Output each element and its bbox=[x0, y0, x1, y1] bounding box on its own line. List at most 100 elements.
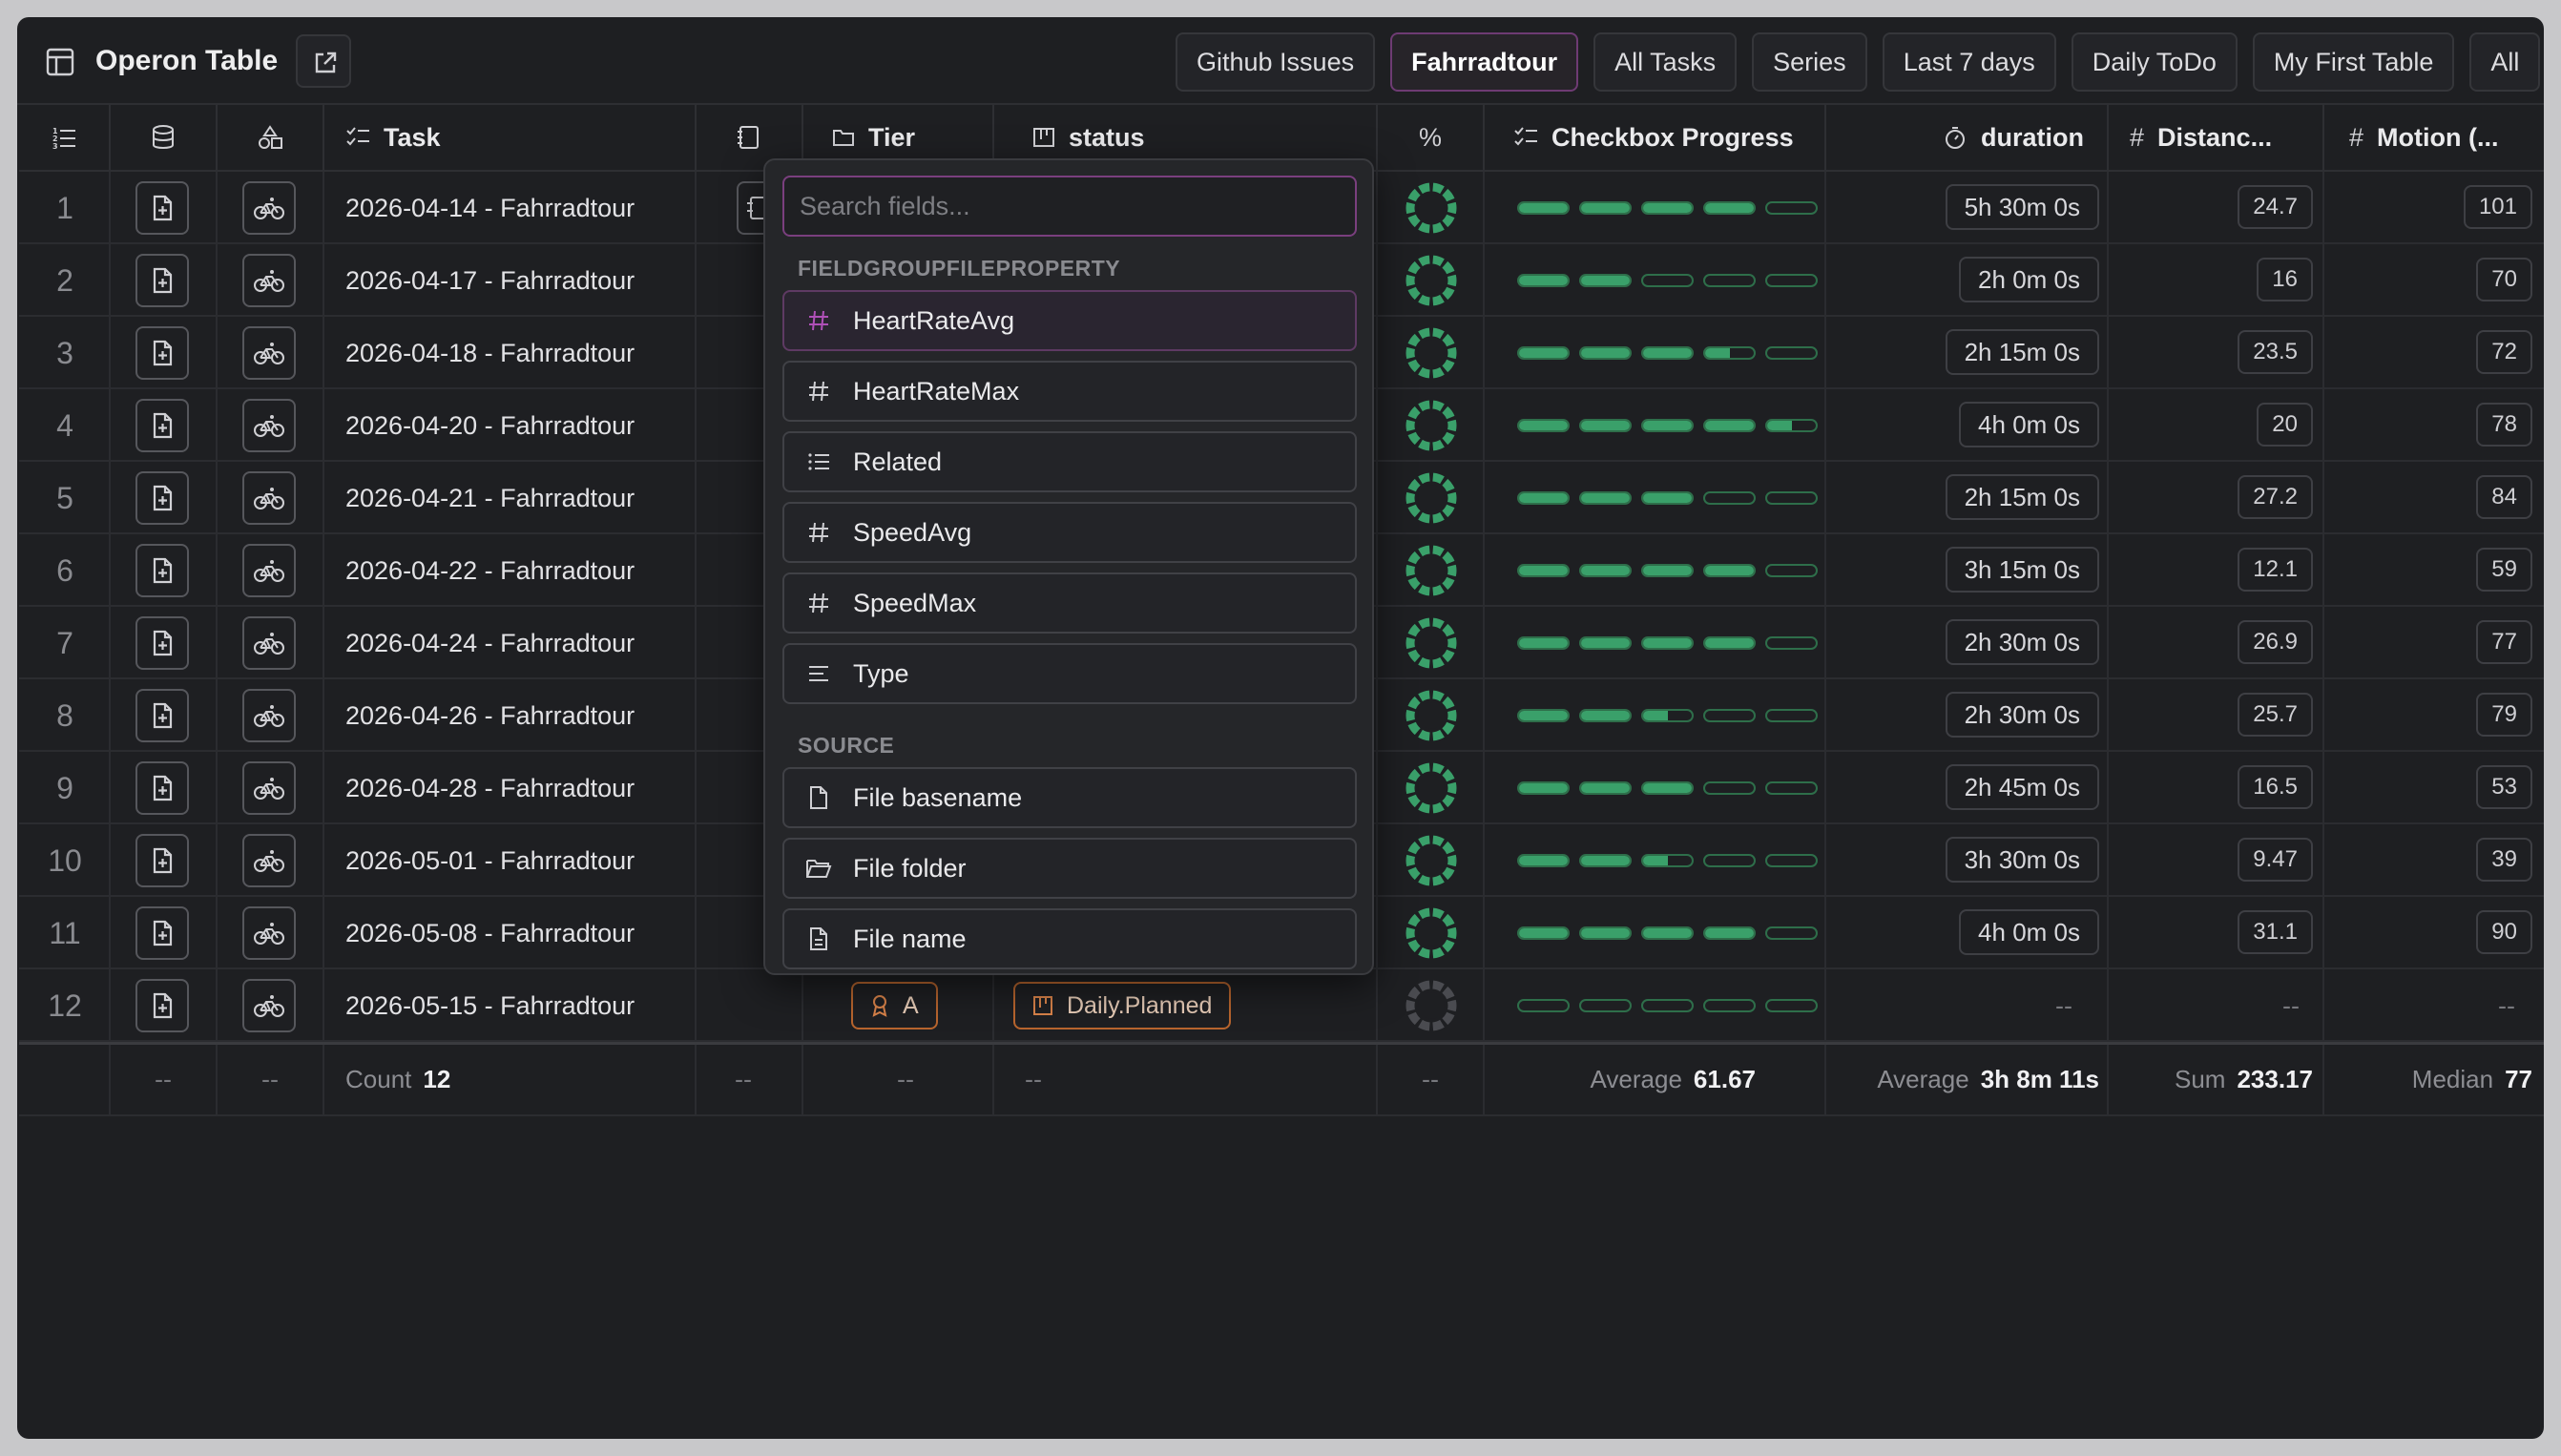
header-checkbox-progress[interactable]: Checkbox Progress bbox=[1485, 105, 1826, 172]
field-option-heartrateavg[interactable]: HeartRateAvg bbox=[782, 290, 1357, 351]
field-option-speedavg[interactable]: SpeedAvg bbox=[782, 502, 1357, 563]
distance-cell[interactable]: 16.5 bbox=[2238, 765, 2313, 809]
motion-cell[interactable]: 53 bbox=[2476, 765, 2532, 809]
footer-db[interactable]: -- bbox=[155, 1044, 172, 1114]
duration-cell[interactable]: 5h 30m 0s bbox=[1945, 184, 2099, 230]
tab-my-first-table[interactable]: My First Table bbox=[2252, 32, 2455, 92]
bike-type-button[interactable] bbox=[242, 471, 296, 525]
task-cell[interactable]: 2026-04-20 - Fahrradtour bbox=[345, 389, 635, 462]
task-cell[interactable]: 2026-04-28 - Fahrradtour bbox=[345, 752, 635, 824]
duration-cell[interactable]: 3h 30m 0s bbox=[1945, 837, 2099, 883]
bike-type-button[interactable] bbox=[242, 326, 296, 380]
open-file-button[interactable] bbox=[135, 326, 189, 380]
distance-cell[interactable]: 20 bbox=[2257, 403, 2313, 447]
tab-all[interactable]: All bbox=[2469, 32, 2541, 92]
motion-cell[interactable]: 59 bbox=[2476, 548, 2532, 592]
footer-percent[interactable]: -- bbox=[1422, 1044, 1439, 1114]
open-file-button[interactable] bbox=[135, 761, 189, 815]
field-option-speedmax[interactable]: SpeedMax bbox=[782, 572, 1357, 634]
tab-daily-todo[interactable]: Daily ToDo bbox=[2071, 32, 2238, 92]
footer-motion[interactable]: Median 77 bbox=[2412, 1044, 2532, 1114]
open-file-button[interactable] bbox=[135, 616, 189, 670]
open-file-button[interactable] bbox=[135, 471, 189, 525]
duration-cell[interactable]: 2h 15m 0s bbox=[1945, 474, 2099, 520]
open-external-button[interactable] bbox=[296, 34, 351, 88]
field-option-related[interactable]: Related bbox=[782, 431, 1357, 492]
field-option-type[interactable]: Type bbox=[782, 643, 1357, 704]
duration-cell[interactable]: 2h 30m 0s bbox=[1945, 692, 2099, 738]
open-file-button[interactable] bbox=[135, 689, 189, 742]
field-option-file-name[interactable]: File name bbox=[782, 908, 1357, 969]
field-option-heartratemax[interactable]: HeartRateMax bbox=[782, 361, 1357, 422]
header-duration[interactable]: duration bbox=[1826, 105, 2109, 172]
footer-task[interactable]: Count 12 bbox=[345, 1044, 450, 1114]
field-option-file-folder[interactable]: File folder bbox=[782, 838, 1357, 899]
duration-cell[interactable]: 2h 45m 0s bbox=[1945, 764, 2099, 810]
task-cell[interactable]: 2026-04-22 - Fahrradtour bbox=[345, 534, 635, 607]
tier-cell[interactable]: A bbox=[851, 982, 938, 1030]
header-database[interactable] bbox=[111, 105, 218, 172]
open-file-button[interactable] bbox=[135, 906, 189, 960]
tab-series[interactable]: Series bbox=[1752, 32, 1867, 92]
bike-type-button[interactable] bbox=[242, 689, 296, 742]
header-shapes[interactable] bbox=[218, 105, 324, 172]
task-cell[interactable]: 2026-05-08 - Fahrradtour bbox=[345, 897, 635, 969]
motion-cell[interactable]: 90 bbox=[2476, 910, 2532, 954]
motion-cell[interactable]: 77 bbox=[2476, 620, 2532, 664]
motion-cell[interactable]: 101 bbox=[2463, 185, 2532, 229]
distance-cell[interactable]: 16 bbox=[2257, 258, 2313, 302]
open-file-button[interactable] bbox=[135, 181, 189, 235]
distance-cell[interactable]: 26.9 bbox=[2238, 620, 2313, 664]
distance-cell[interactable]: 9.47 bbox=[2238, 838, 2313, 882]
distance-cell[interactable]: 24.7 bbox=[2238, 185, 2313, 229]
bike-type-button[interactable] bbox=[242, 399, 296, 452]
footer-distance[interactable]: Sum 233.17 bbox=[2175, 1044, 2313, 1114]
header-motion[interactable]: # Motion (... bbox=[2324, 105, 2544, 172]
bike-type-button[interactable] bbox=[242, 616, 296, 670]
bike-type-button[interactable] bbox=[242, 761, 296, 815]
footer-tier[interactable]: -- bbox=[897, 1044, 914, 1114]
footer-status[interactable]: -- bbox=[1025, 1044, 1042, 1114]
task-cell[interactable]: 2026-04-26 - Fahrradtour bbox=[345, 679, 635, 752]
duration-cell[interactable]: 3h 15m 0s bbox=[1945, 547, 2099, 593]
task-cell[interactable]: 2026-04-24 - Fahrradtour bbox=[345, 607, 635, 679]
header-task[interactable]: Task bbox=[324, 105, 697, 172]
tab-last-7-days[interactable]: Last 7 days bbox=[1882, 32, 2056, 92]
header-row-number[interactable]: 123 bbox=[19, 105, 111, 172]
open-file-button[interactable] bbox=[135, 254, 189, 307]
search-fields-input[interactable] bbox=[782, 176, 1357, 237]
footer-shapes[interactable]: -- bbox=[261, 1044, 279, 1114]
header-distance[interactable]: # Distanc... bbox=[2109, 105, 2324, 172]
motion-cell[interactable]: 84 bbox=[2476, 475, 2532, 519]
footer-note[interactable]: -- bbox=[735, 1044, 752, 1114]
task-cell[interactable]: 2026-04-14 - Fahrradtour bbox=[345, 172, 635, 244]
bike-type-button[interactable] bbox=[242, 544, 296, 597]
duration-cell[interactable]: 2h 15m 0s bbox=[1945, 329, 2099, 375]
status-cell[interactable]: Daily.Planned bbox=[1013, 982, 1232, 1030]
duration-cell[interactable]: 4h 0m 0s bbox=[1959, 909, 2099, 955]
task-cell[interactable]: 2026-05-01 - Fahrradtour bbox=[345, 824, 635, 897]
tab-fahrradtour[interactable]: Fahrradtour bbox=[1390, 32, 1579, 92]
duration-cell[interactable]: 2h 0m 0s bbox=[1959, 257, 2099, 302]
motion-cell[interactable]: 72 bbox=[2476, 330, 2532, 374]
header-percent[interactable]: % bbox=[1378, 105, 1485, 172]
distance-cell[interactable]: 31.1 bbox=[2238, 910, 2313, 954]
task-cell[interactable]: 2026-04-21 - Fahrradtour bbox=[345, 462, 635, 534]
task-cell[interactable]: 2026-04-18 - Fahrradtour bbox=[345, 317, 635, 389]
bike-type-button[interactable] bbox=[242, 979, 296, 1032]
motion-cell[interactable]: 79 bbox=[2476, 693, 2532, 737]
distance-cell[interactable]: 25.7 bbox=[2238, 693, 2313, 737]
field-option-file-basename[interactable]: File basename bbox=[782, 767, 1357, 828]
tab-all-tasks[interactable]: All Tasks bbox=[1593, 32, 1738, 92]
distance-cell[interactable]: 27.2 bbox=[2238, 475, 2313, 519]
motion-cell[interactable]: 39 bbox=[2476, 838, 2532, 882]
open-file-button[interactable] bbox=[135, 834, 189, 887]
motion-cell[interactable]: 78 bbox=[2476, 403, 2532, 447]
bike-type-button[interactable] bbox=[242, 254, 296, 307]
bike-type-button[interactable] bbox=[242, 834, 296, 887]
duration-cell[interactable]: 2h 30m 0s bbox=[1945, 619, 2099, 665]
open-file-button[interactable] bbox=[135, 979, 189, 1032]
bike-type-button[interactable] bbox=[242, 906, 296, 960]
distance-cell[interactable]: 23.5 bbox=[2238, 330, 2313, 374]
tab-github-issues[interactable]: Github Issues bbox=[1176, 32, 1376, 92]
